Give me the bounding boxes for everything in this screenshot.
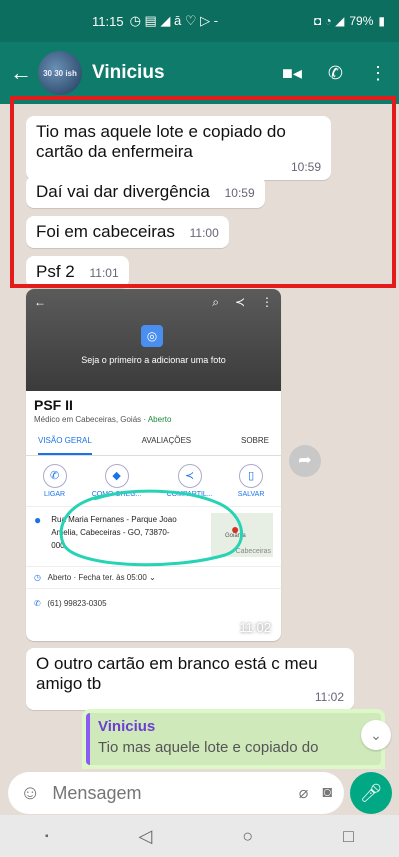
place-subtitle: Médico em Cabeceiras, Goiás · Aberto [34, 415, 172, 424]
place-photo: ← ⌕ ≺ ⋮ ◎ Seja o primeiro a adicionar uma … [26, 289, 281, 391]
phone-icon: ✆ [34, 599, 41, 608]
message-time: 11:02 [239, 620, 271, 635]
composer: ☺ ⌀ ◙ 🎤︎ [0, 769, 399, 815]
signal-icons: ◘ ◔ ◢ [313, 14, 345, 28]
place-name: PSF II [34, 397, 73, 413]
contact-name[interactable]: Vinicius [92, 62, 165, 84]
android-nav-bar: ▪ ◁ ○ □ [0, 815, 399, 857]
nav-recents-icon[interactable]: □ [343, 826, 354, 847]
chat-header: ← 30 30 ish Vinicius ■◂ ✆ ⋮ [0, 42, 399, 104]
reply-preview[interactable]: Vinicius Tio mas aquele lote e copiado d… [82, 709, 385, 769]
message-text: Psf 2 [36, 262, 75, 281]
message-text: Daí vai dar divergência [36, 182, 210, 201]
photo-hint: Seja o primeiro a adicionar uma foto [81, 355, 226, 365]
more-icon: ⋮ [261, 295, 273, 309]
message-input[interactable] [52, 782, 253, 804]
message-text: Tio mas aquele lote e copiado do cartão … [36, 122, 286, 161]
phone-row: ✆ (61) 99823-0305 [26, 588, 281, 618]
reply-author: Vinicius [98, 718, 156, 735]
location-pin-icon: ● [34, 513, 42, 527]
nav-back-icon[interactable]: ◁ [138, 826, 152, 847]
search-icon: ⌕ [212, 295, 219, 309]
message-input-box[interactable]: ☺ ⌀ ◙ [8, 772, 344, 814]
mic-button[interactable]: 🎤︎ [350, 772, 392, 814]
status-bar: 11:15 ◷ ▤ ◢ ā ♡ ▷ - ◘ ◔ ◢ 79% ▮ [0, 0, 399, 42]
message-text: Foi em cabeceiras [36, 222, 175, 241]
location-card[interactable]: ← ⌕ ≺ ⋮ ◎ Seja o primeiro a adicionar uma … [26, 289, 281, 641]
message-time: 11:01 [89, 266, 119, 280]
tab-about: SOBRE [240, 436, 269, 445]
back-arrow-icon: ← [34, 295, 46, 309]
reply-quote: Tio mas aquele lote e copiado do [98, 739, 319, 756]
chevron-down-icon: ⌄ [149, 573, 156, 582]
share-icon: ≺ [234, 295, 245, 309]
avatar[interactable]: 30 30 ish [38, 51, 82, 95]
phone-call-icon[interactable]: ✆ [328, 63, 343, 84]
back-arrow-icon[interactable]: ← [10, 60, 32, 86]
message-bubble[interactable]: O outro cartão em branco está c meu amig… [26, 648, 354, 710]
nav-dot-icon: ▪ [44, 830, 49, 842]
message-time: 10:59 [224, 186, 255, 200]
handwritten-circle [59, 489, 243, 567]
message-bubble[interactable]: Foi em cabeceiras 11:00 [26, 216, 229, 248]
tab-overview: VISÃO GERAL [38, 436, 92, 455]
message-time: 11:00 [189, 226, 219, 240]
message-bubble[interactable]: Daí vai dar divergência 10:59 [26, 176, 265, 208]
forward-icon[interactable]: ➦ [289, 445, 321, 477]
camera-icon[interactable]: ◙ [322, 784, 332, 802]
message-text: O outro cartão em branco está c meu amig… [36, 654, 318, 693]
attach-icon[interactable]: ⌀ [299, 783, 309, 803]
clock-icon: ◷ [34, 573, 41, 582]
battery-level: 79% [349, 14, 374, 28]
status-time: 11:15 [92, 13, 124, 29]
tab-reviews: AVALIAÇÕES [141, 436, 192, 445]
emoji-icon[interactable]: ☺ [20, 782, 40, 805]
camera-icon: ◎ [141, 325, 163, 347]
notification-icons: ◷ ▤ ◢ ā ♡ ▷ - [129, 13, 219, 28]
place-tabs: VISÃO GERAL AVALIAÇÕES SOBRE [26, 436, 281, 456]
menu-icon[interactable]: ⋮ [369, 63, 387, 84]
message-time: 10:59 [290, 160, 321, 174]
video-call-icon[interactable]: ■◂ [282, 63, 302, 84]
battery-icon: ▮ [378, 14, 385, 28]
nav-home-icon[interactable]: ○ [242, 826, 253, 847]
scroll-down-icon[interactable]: ⌄ [361, 720, 391, 750]
message-bubble[interactable]: Tio mas aquele lote e copiado do cartão … [26, 116, 331, 180]
message-bubble[interactable]: Psf 2 11:01 [26, 256, 129, 288]
